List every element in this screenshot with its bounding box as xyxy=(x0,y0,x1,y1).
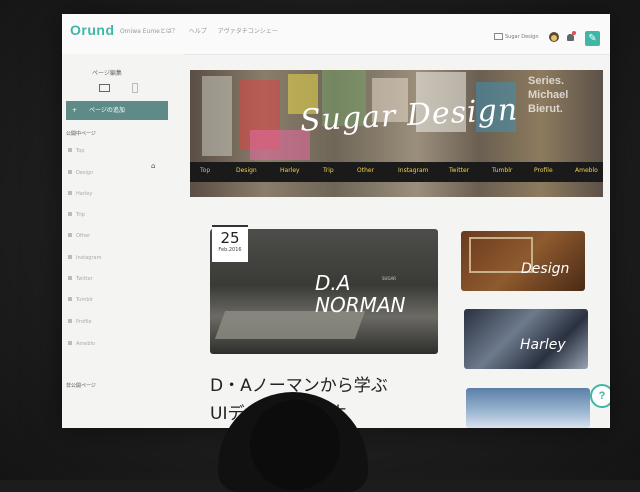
article-image-title: D.A NORMAN xyxy=(315,271,406,317)
avatar[interactable] xyxy=(549,32,559,42)
sidebar-item-trip[interactable]: Trip xyxy=(68,212,85,218)
pencil-icon: ✎ xyxy=(588,33,597,44)
sidebar-item-other[interactable]: Other xyxy=(68,233,90,239)
page-icon xyxy=(68,148,72,152)
page-icon xyxy=(68,170,72,174)
hero-nav-top[interactable]: Top xyxy=(200,167,210,174)
date-month: Feb.2016 xyxy=(218,247,242,253)
sidebar: ページ編集 + ページの追加 公開中ページ Top ⌂ Design Harley… xyxy=(62,54,184,428)
instagram-icon xyxy=(68,255,72,259)
home-icon: ⌂ xyxy=(151,162,156,170)
edit-button[interactable]: ✎ xyxy=(585,31,600,46)
category-card-design[interactable]: Design xyxy=(461,231,585,291)
hero-nav-ameblo[interactable]: Ameblo xyxy=(575,167,598,174)
hero-side-text: Series. Michael Bierut. xyxy=(528,75,569,115)
top-bar: Orund Omiwa Eumeとは？ ヘルプ アヴァタチコンシェー Sugar… xyxy=(62,14,610,55)
page-icon xyxy=(68,212,72,216)
nav-link-concierge[interactable]: アヴァタチコンシェー xyxy=(218,28,278,35)
public-pages-label: 公開中ページ xyxy=(66,131,96,137)
hero-nav-instagram[interactable]: Instagram xyxy=(398,167,429,174)
projected-screen: Orund Omiwa Eumeとは？ ヘルプ アヴァタチコンシェー Sugar… xyxy=(62,14,610,428)
tumblr-icon xyxy=(68,297,72,301)
card-label-design: Design xyxy=(521,261,570,277)
notification-dot xyxy=(572,31,576,35)
sidebar-title: ページ編集 xyxy=(92,70,122,77)
sidebar-item-tumblr[interactable]: Tumblr xyxy=(68,297,93,303)
plus-icon: + xyxy=(72,107,78,114)
hero-nav-design[interactable]: Design xyxy=(236,167,257,174)
hero-nav-harley[interactable]: Harley xyxy=(280,167,300,174)
private-pages-label: 非公開ページ xyxy=(66,383,96,389)
window-icon xyxy=(494,33,503,40)
audience-head-top xyxy=(250,400,340,490)
hero-nav: Top Design Harley Trip Other Instagram T… xyxy=(190,162,603,182)
date-day: 25 xyxy=(220,229,240,247)
site-switcher[interactable]: Sugar Design xyxy=(494,33,539,40)
link-icon xyxy=(68,341,72,345)
app-logo[interactable]: Orund xyxy=(70,22,115,38)
mobile-view-icon[interactable] xyxy=(132,83,138,93)
hero-nav-other[interactable]: Other xyxy=(357,167,374,174)
category-card-trip[interactable] xyxy=(466,388,590,428)
category-card-harley[interactable]: Harley xyxy=(464,309,588,369)
hero-banner: Series. Michael Bierut. Sugar Design Top… xyxy=(190,70,603,197)
sidebar-item-harley[interactable]: Harley xyxy=(68,191,92,197)
page-icon xyxy=(68,191,72,195)
profile-icon xyxy=(68,319,72,323)
sidebar-item-profile[interactable]: Profile xyxy=(68,319,92,325)
page-icon xyxy=(68,233,72,237)
sidebar-item-ameblo[interactable]: Ameblo xyxy=(68,341,95,347)
sidebar-item-design[interactable]: Design xyxy=(68,170,93,176)
poster-image xyxy=(202,76,232,156)
hero-nav-profile[interactable]: Profile xyxy=(534,167,553,174)
help-button[interactable]: ? xyxy=(590,384,610,408)
article-image-sub: SUGAR xyxy=(382,276,397,281)
bell-icon[interactable] xyxy=(567,34,574,41)
top-nav: Omiwa Eumeとは？ ヘルプ アヴァタチコンシェー xyxy=(120,26,287,35)
card-label-harley: Harley xyxy=(520,337,566,353)
sidebar-item-top[interactable]: Top xyxy=(68,148,84,154)
add-page-button[interactable]: + ページの追加 xyxy=(66,101,168,120)
sidebar-item-instagram[interactable]: Instagram xyxy=(68,255,101,261)
add-page-label: ページの追加 xyxy=(89,107,125,114)
desktop-view-icon[interactable] xyxy=(99,84,110,92)
hero-nav-twitter[interactable]: Twitter xyxy=(449,167,469,174)
twitter-icon xyxy=(68,276,72,280)
nav-link-help[interactable]: ヘルプ xyxy=(189,28,207,35)
hero-nav-trip[interactable]: Trip xyxy=(323,167,334,174)
date-badge: 25 Feb.2016 xyxy=(212,225,248,262)
sidebar-item-twitter[interactable]: Twitter xyxy=(68,276,93,282)
site-name: Sugar Design xyxy=(505,34,539,40)
nav-link-about[interactable]: Omiwa Eumeとは？ xyxy=(120,28,178,35)
hero-nav-tumblr[interactable]: Tumblr xyxy=(492,167,512,174)
